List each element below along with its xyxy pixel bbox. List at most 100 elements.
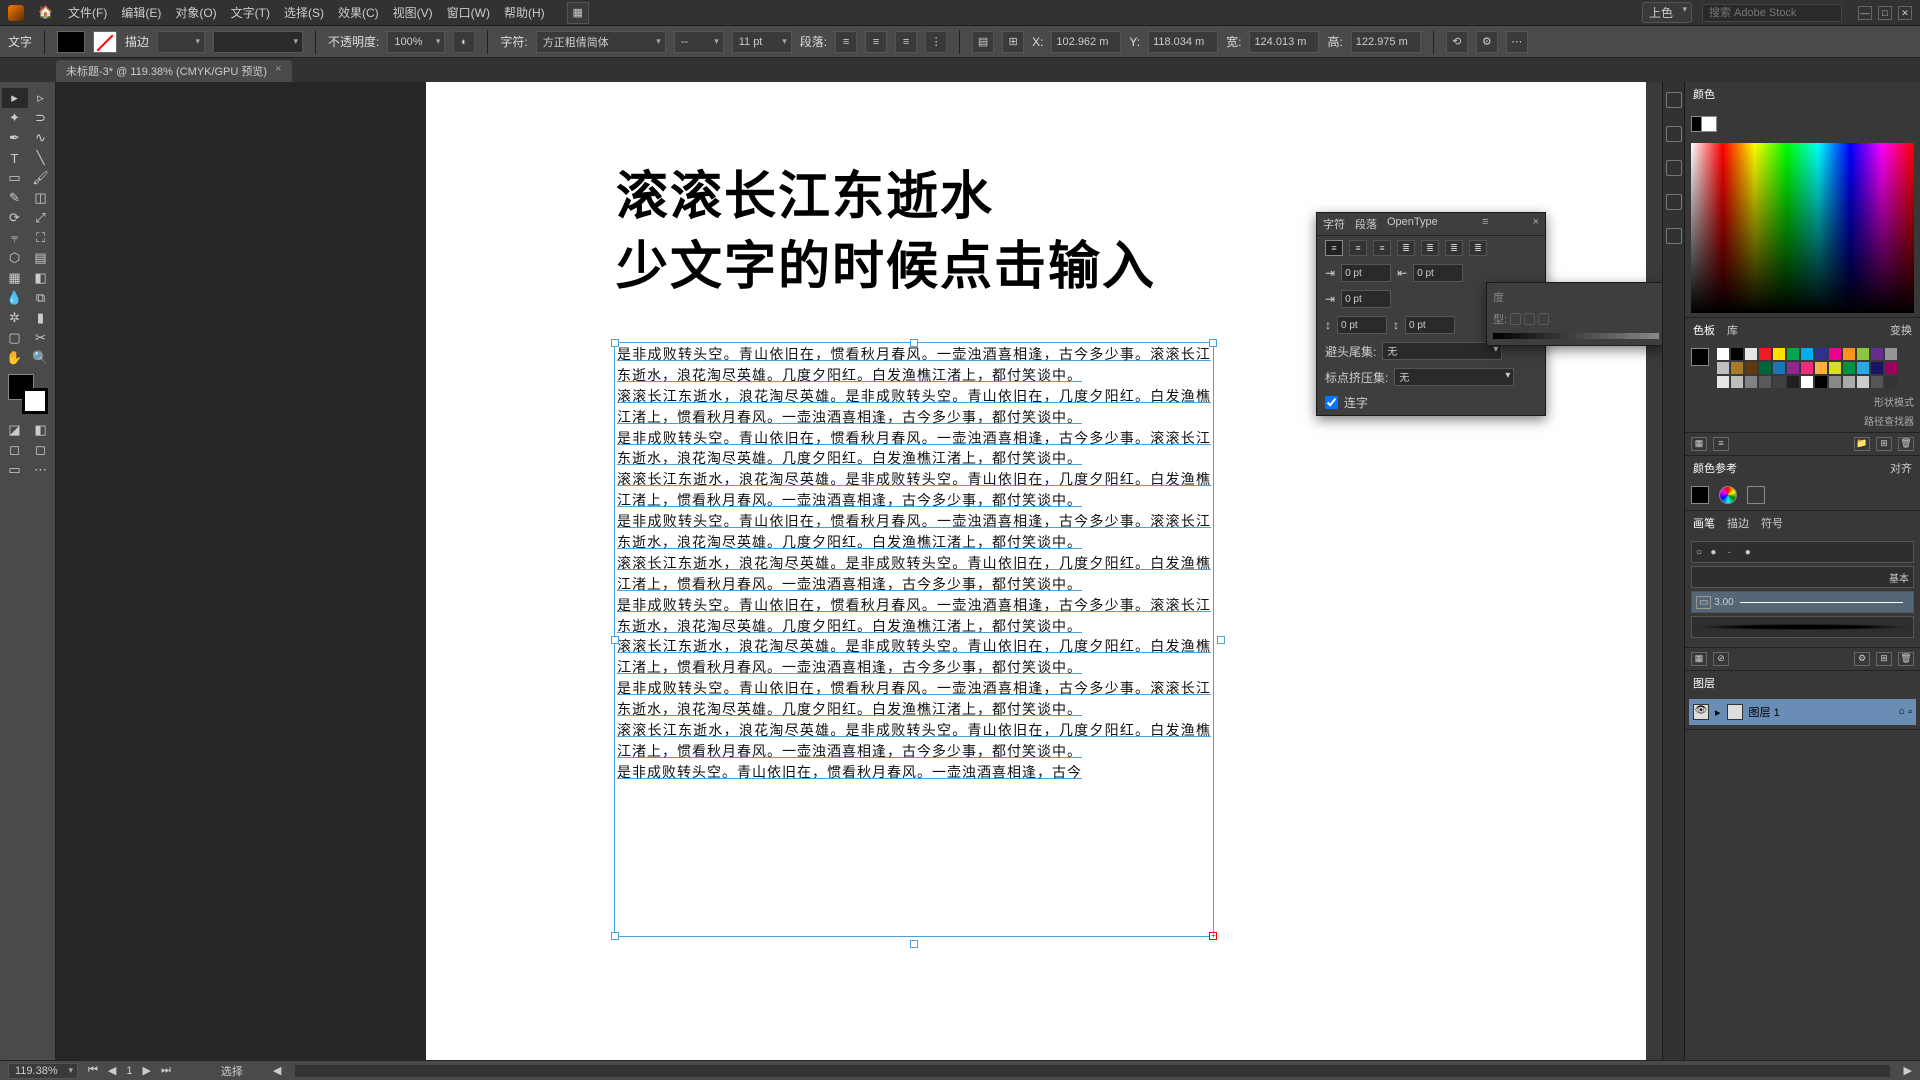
- indent-left-field[interactable]: [1341, 264, 1391, 282]
- pen-tool[interactable]: ✒: [2, 128, 28, 148]
- punct-dropdown[interactable]: 无: [1394, 368, 1514, 386]
- align-left-icon[interactable]: ≡: [835, 31, 857, 53]
- swatch-color[interactable]: [1717, 376, 1729, 388]
- swatch-color[interactable]: [1815, 348, 1827, 360]
- swatch-color[interactable]: [1871, 362, 1883, 374]
- maximize-icon[interactable]: □: [1878, 6, 1892, 20]
- fill-swatch[interactable]: [57, 31, 85, 53]
- space-before-field[interactable]: [1337, 316, 1387, 334]
- hscroll-right-icon[interactable]: ▶: [1904, 1064, 1912, 1077]
- menu-type[interactable]: 文字(T): [231, 4, 270, 21]
- paragraph-options-icon[interactable]: ⋮: [925, 31, 947, 53]
- draw-normal-icon[interactable]: ◻: [2, 440, 28, 460]
- recolor-icon[interactable]: ◐: [453, 31, 475, 53]
- brush-delete-icon[interactable]: 🗑: [1898, 652, 1914, 666]
- swatch-color[interactable]: [1843, 362, 1855, 374]
- swatch-color[interactable]: [1745, 376, 1757, 388]
- text-frame[interactable]: 是非成败转头空。青山依旧在，惯看秋月春风。一壶浊酒喜相逢，古今多少事。滚滚长江东…: [614, 342, 1214, 937]
- swatch-color[interactable]: [1801, 376, 1813, 388]
- x-field[interactable]: [1051, 31, 1121, 53]
- harmony-wheel-icon[interactable]: [1719, 486, 1737, 504]
- color-spectrum[interactable]: [1691, 143, 1914, 313]
- swatch-color[interactable]: [1885, 348, 1897, 360]
- comments-icon[interactable]: [1666, 160, 1682, 176]
- shaper-tool[interactable]: ✎: [2, 188, 28, 208]
- mesh-tool[interactable]: ▦: [2, 268, 28, 288]
- free-transform-tool[interactable]: ⛶: [28, 228, 54, 248]
- swatch-color[interactable]: [1717, 362, 1729, 374]
- swatch-new-group-icon[interactable]: 📁: [1854, 437, 1870, 451]
- stroke-tab[interactable]: 描边: [1727, 515, 1749, 531]
- selection-tool[interactable]: ▸: [2, 88, 28, 108]
- swatch-lib-icon[interactable]: ▦: [1691, 437, 1707, 451]
- layer-name[interactable]: 图层 1: [1749, 704, 1780, 720]
- color-mode-icon[interactable]: ◪: [2, 420, 28, 440]
- fill-stroke-indicator[interactable]: [8, 374, 48, 414]
- rectangle-tool[interactable]: ▭: [2, 168, 28, 188]
- panel-close-icon[interactable]: ×: [1533, 216, 1539, 232]
- overset-indicator[interactable]: [1209, 932, 1217, 940]
- swatch-color[interactable]: [1787, 348, 1799, 360]
- visibility-icon[interactable]: 👁: [1693, 704, 1709, 720]
- brush-options-icon[interactable]: ⚙: [1854, 652, 1870, 666]
- vertical-scrollbar[interactable]: [1646, 82, 1662, 1060]
- brush-tool[interactable]: 🖌: [28, 168, 54, 188]
- stock-search-input[interactable]: [1702, 4, 1842, 22]
- properties-icon[interactable]: [1666, 92, 1682, 108]
- swatch-color[interactable]: [1829, 348, 1841, 360]
- swatch-color[interactable]: [1773, 348, 1785, 360]
- swatch-color[interactable]: [1787, 376, 1799, 388]
- font-style-dropdown[interactable]: --: [674, 31, 724, 53]
- handle-mr[interactable]: [1217, 636, 1225, 644]
- swatch-color[interactable]: [1843, 376, 1855, 388]
- swatch-color[interactable]: [1829, 362, 1841, 374]
- align-left-btn[interactable]: ≡: [1325, 240, 1343, 256]
- hyphenate-checkbox[interactable]: [1325, 396, 1338, 409]
- swatch-color[interactable]: [1745, 348, 1757, 360]
- menu-edit[interactable]: 编辑(E): [121, 4, 161, 21]
- zoom-dropdown[interactable]: 119.38%: [8, 1063, 78, 1079]
- swatch-color[interactable]: [1773, 362, 1785, 374]
- font-size-dropdown[interactable]: 11 pt: [732, 31, 792, 53]
- swatches-tab[interactable]: 色板: [1693, 322, 1715, 338]
- canvas[interactable]: 滚滚长江东逝水 少文字的时候点击输入 是非成败转头空。青山依旧在，惯看秋月春风。…: [56, 82, 1662, 1060]
- scale-tool[interactable]: ⤢: [28, 208, 54, 228]
- justify-right-btn[interactable]: ≣: [1445, 240, 1463, 256]
- edit-toolbar-icon[interactable]: ⋯: [28, 460, 54, 480]
- swatch-color[interactable]: [1801, 362, 1813, 374]
- swatch-color[interactable]: [1745, 362, 1757, 374]
- guide-base-color[interactable]: [1691, 486, 1709, 504]
- brush-line[interactable]: ▭ 3.00: [1691, 591, 1914, 613]
- font-family-dropdown[interactable]: 方正粗倩简体: [536, 31, 666, 53]
- align-right-icon[interactable]: ≡: [895, 31, 917, 53]
- headline-text[interactable]: 滚滚长江东逝水 少文字的时候点击输入: [616, 162, 1156, 302]
- libraries-icon[interactable]: [1666, 126, 1682, 142]
- shape-builder-tool[interactable]: ⬡: [2, 248, 28, 268]
- transform-icon[interactable]: ⊞: [1002, 31, 1024, 53]
- hand-tool[interactable]: ✋: [2, 348, 28, 368]
- h-field[interactable]: [1351, 31, 1421, 53]
- tab-close-icon[interactable]: ×: [275, 63, 281, 79]
- menu-file[interactable]: 文件(F): [68, 4, 107, 21]
- slice-tool[interactable]: ✂: [28, 328, 54, 348]
- tab-opentype[interactable]: OpenType: [1387, 216, 1438, 232]
- swatch-color[interactable]: [1829, 376, 1841, 388]
- color-tab[interactable]: 颜色: [1693, 86, 1715, 102]
- menu-help[interactable]: 帮助(H): [504, 4, 545, 21]
- swatch-color[interactable]: [1843, 348, 1855, 360]
- current-swatch[interactable]: [1691, 348, 1709, 366]
- hyphen-dropdown[interactable]: 无: [1382, 342, 1502, 360]
- symbols-tab[interactable]: 符号: [1761, 515, 1783, 531]
- graph-tool[interactable]: ▮: [28, 308, 54, 328]
- swatch-color[interactable]: [1759, 376, 1771, 388]
- artboard-number[interactable]: 1: [126, 1065, 132, 1077]
- gradient-tool[interactable]: ◧: [28, 268, 54, 288]
- swatch-color[interactable]: [1731, 348, 1743, 360]
- first-line-field[interactable]: [1341, 290, 1391, 308]
- tab-paragraph[interactable]: 段落: [1355, 216, 1377, 232]
- align-right-btn[interactable]: ≡: [1373, 240, 1391, 256]
- brush-lib-icon[interactable]: ▦: [1691, 652, 1707, 666]
- prefs-icon[interactable]: ⚙: [1476, 31, 1498, 53]
- swatch-delete-icon[interactable]: 🗑: [1898, 437, 1914, 451]
- stroke-swatch[interactable]: [93, 31, 117, 53]
